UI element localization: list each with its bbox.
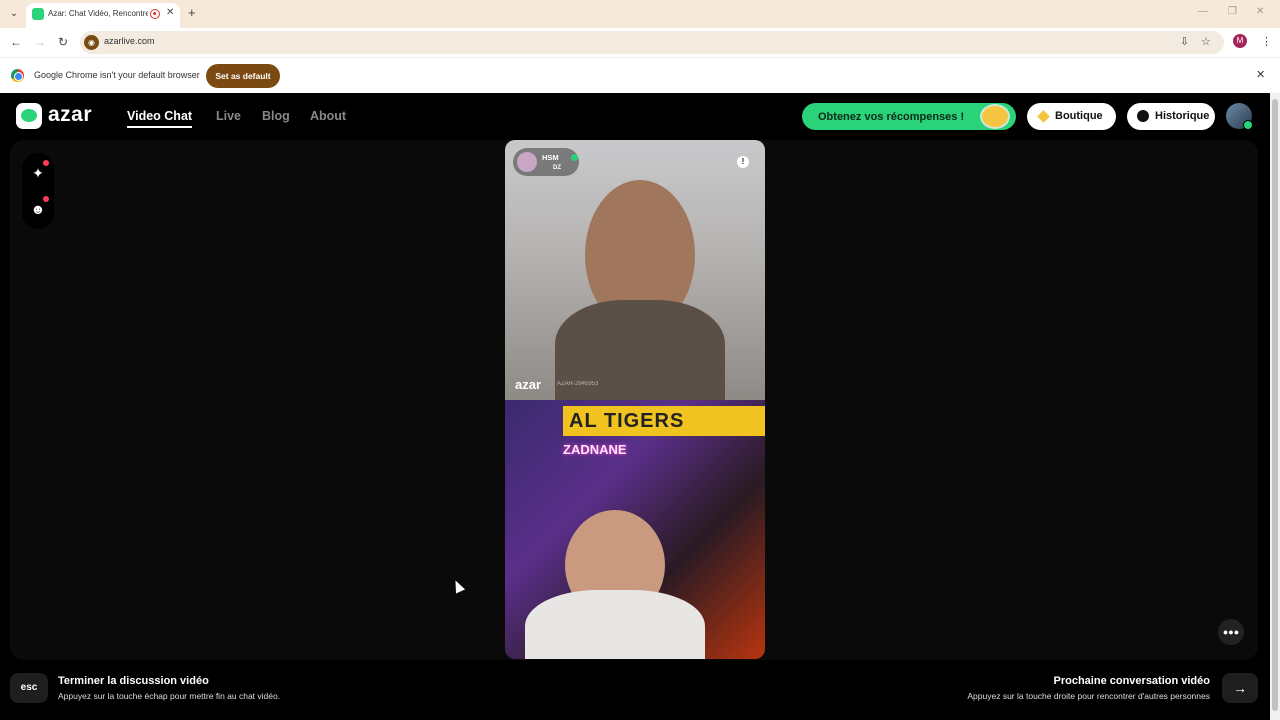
peer-video: HSM DZ ! azar AZAR-2845953 (505, 140, 765, 410)
azar-watermark: azar (515, 377, 542, 392)
url-text: azarlive.com (104, 36, 155, 46)
wall-banner: AL TIGERS (563, 406, 765, 436)
profile-avatar[interactable]: M (1233, 34, 1247, 48)
watermark-id: AZAR-2845953 (557, 381, 599, 387)
peer-name: HSM (542, 153, 559, 162)
tab-search-icon[interactable]: ⌄ (6, 6, 22, 22)
reload-icon[interactable]: ↻ (58, 35, 68, 49)
next-chat-title: Prochaine conversation vidéo (1053, 675, 1211, 687)
back-icon[interactable]: ← (10, 35, 22, 49)
neon-sign: ZADNANE (563, 442, 627, 457)
video-panel: HSM DZ ! azar AZAR-2845953 AL TIGERS ZAD… (505, 140, 765, 659)
default-browser-infobar: Google Chrome isn't your default browser… (0, 57, 1280, 93)
boutique-button[interactable]: Boutique (1027, 103, 1116, 130)
nav-about[interactable]: About (310, 109, 346, 123)
end-chat-hint: Appuyez sur la touche échap pour mettre … (58, 691, 281, 701)
azar-logo-icon (16, 103, 42, 129)
minimize-icon[interactable]: — (1198, 6, 1208, 17)
peer-badge[interactable]: HSM DZ (513, 148, 579, 176)
install-app-icon[interactable]: ⇩ (1180, 35, 1189, 48)
chrome-logo-icon (11, 69, 24, 82)
window-close-icon[interactable]: ✕ (1256, 6, 1264, 17)
azar-page: azar Video Chat Live Blog About Obtenez … (0, 93, 1270, 720)
peer-avatar (517, 152, 537, 172)
verified-icon (571, 154, 578, 161)
historique-button[interactable]: Historique (1127, 103, 1215, 130)
menu-kebab-icon[interactable]: ⋮ (1261, 35, 1272, 48)
chat-bubble-icon[interactable]: ●●● (1218, 619, 1244, 645)
next-chat-hint: Appuyez sur la touche droite pour rencon… (967, 691, 1210, 701)
restore-icon[interactable]: ❐ (1228, 6, 1237, 17)
report-icon[interactable]: ! (737, 156, 749, 168)
nav-blog[interactable]: Blog (262, 109, 290, 123)
effects-sparkle-icon[interactable]: ✦ (28, 160, 49, 183)
infobar-close-icon[interactable]: ✕ (1256, 68, 1265, 81)
new-tab-icon[interactable]: + (188, 5, 196, 20)
address-bar-row: ← → ↻ ◉ azarlive.com ⇩ ☆ M ⋮ (0, 28, 1280, 57)
nav-video-chat[interactable]: Video Chat (127, 109, 193, 128)
nav-live[interactable]: Live (216, 109, 241, 123)
self-shirt (525, 590, 705, 659)
gift-icon (980, 104, 1010, 129)
set-default-button[interactable]: Set as default (206, 64, 280, 88)
end-chat-title: Terminer la discussion vidéo (58, 675, 209, 687)
logo-text: azar (48, 103, 93, 126)
face-filter-icon[interactable]: ☻ (28, 196, 49, 219)
page-scrollbar[interactable] (1270, 93, 1280, 720)
self-video: AL TIGERS ZADNANE (505, 400, 765, 659)
recording-icon (150, 9, 160, 19)
peer-country: DZ (553, 165, 561, 171)
notification-dot (43, 160, 49, 166)
side-toolbar: ✦ ☻ (22, 153, 54, 229)
peer-shirt (555, 300, 725, 410)
browser-tab[interactable]: Azar: Chat Vidéo, Rencontre ✕ (26, 3, 180, 28)
boutique-label: Boutique (1055, 110, 1103, 122)
next-arrow-button[interactable]: → (1222, 673, 1258, 703)
omnibox[interactable]: ◉ azarlive.com (80, 31, 1224, 54)
infobar-text: Google Chrome isn't your default browser (34, 70, 200, 80)
tab-close-icon[interactable]: ✕ (166, 7, 174, 18)
browser-tab-bar: ⌄ Azar: Chat Vidéo, Rencontre ✕ + — ❐ ✕ (0, 0, 1280, 28)
azar-favicon-icon (32, 8, 44, 20)
tab-title: Azar: Chat Vidéo, Rencontre (48, 9, 148, 18)
site-info-icon[interactable]: ◉ (84, 35, 99, 50)
notification-dot (43, 196, 49, 202)
gem-icon (1037, 110, 1050, 123)
forward-icon[interactable]: → (34, 35, 46, 49)
historique-label: Historique (1155, 110, 1210, 122)
bookmark-star-icon[interactable]: ☆ (1201, 35, 1211, 48)
clock-icon (1137, 110, 1149, 122)
esc-key-button[interactable]: esc (10, 673, 48, 703)
user-avatar[interactable] (1226, 103, 1253, 130)
